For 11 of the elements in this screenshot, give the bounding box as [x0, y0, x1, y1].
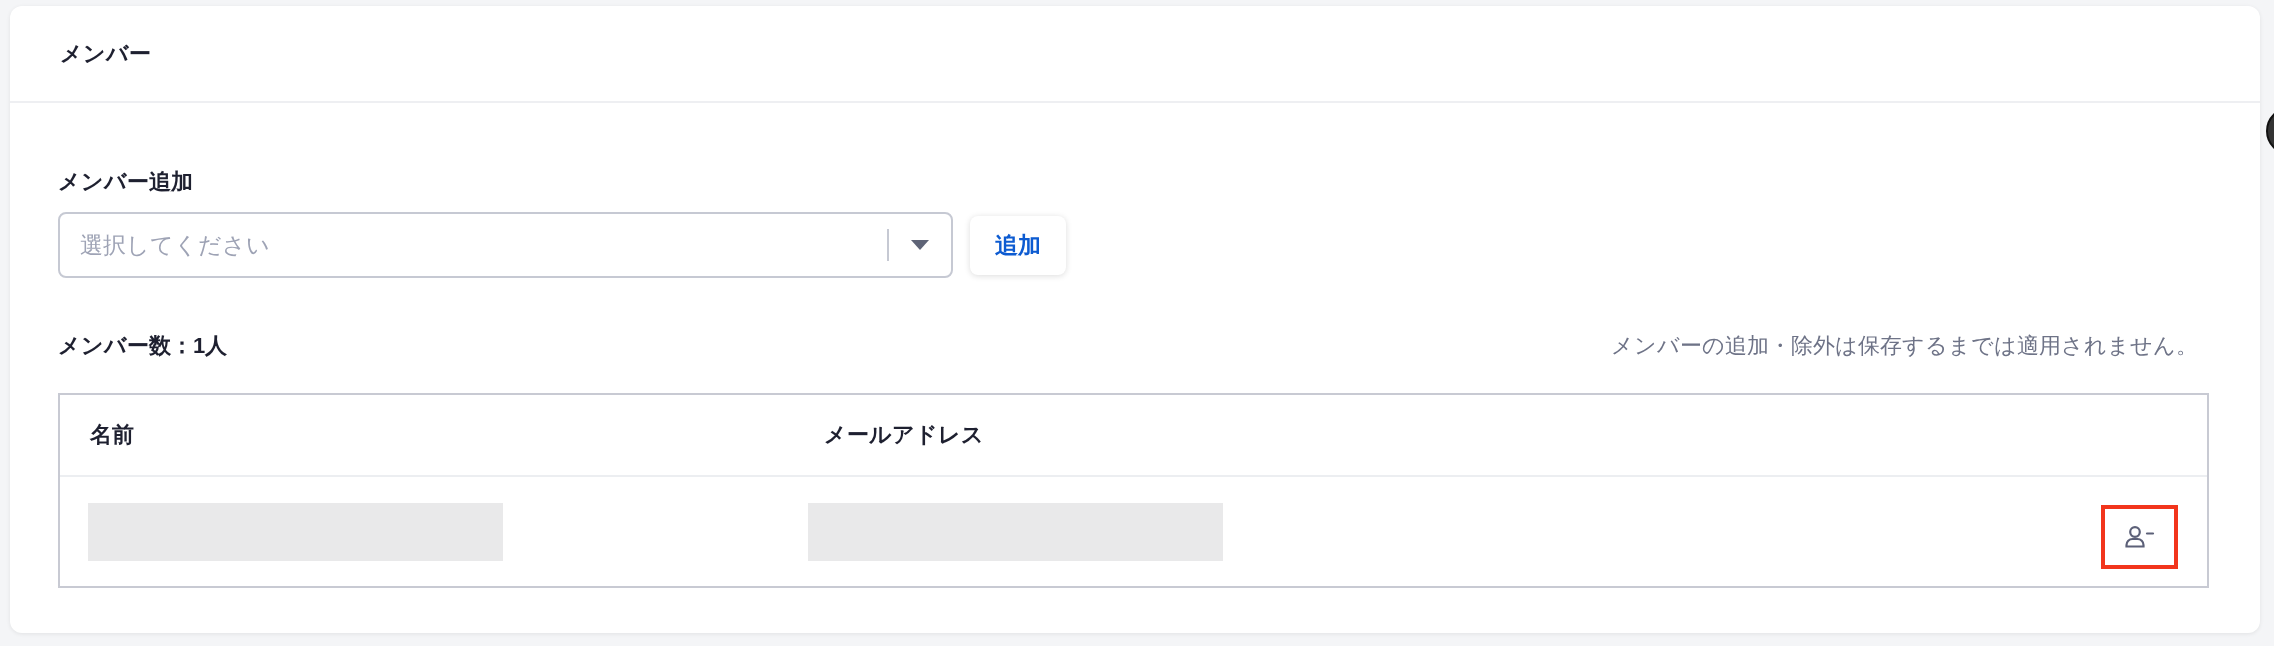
- select-field[interactable]: 選択してください: [58, 212, 953, 278]
- add-button[interactable]: 追加: [970, 215, 1066, 275]
- card-title: メンバー: [60, 39, 151, 68]
- column-header: 名前: [90, 422, 134, 447]
- member-count: メンバー数：1人: [58, 332, 228, 360]
- caret-icon: [911, 240, 929, 250]
- person-minus-icon: [2124, 525, 2155, 548]
- field-label: メンバー追加: [58, 168, 193, 196]
- notice-text: メンバーの追加・除外は保存するまでは適用されません。: [1611, 332, 2198, 360]
- column-header: メールアドレス: [824, 422, 984, 447]
- remove-member-button[interactable]: [2101, 504, 2178, 569]
